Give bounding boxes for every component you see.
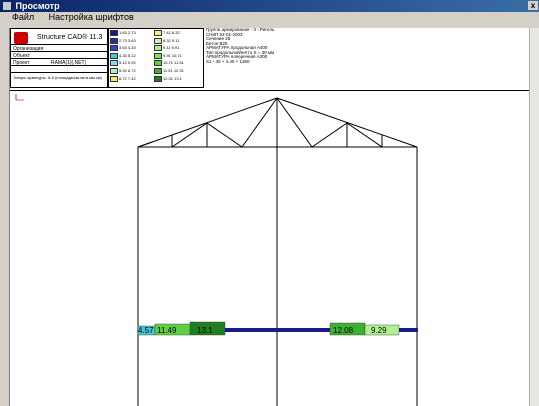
legend-swatch (154, 30, 162, 36)
rebar-value-label: 12.08 (333, 326, 354, 335)
legend-swatch (154, 68, 162, 74)
legend-swatch (154, 45, 162, 52)
legend-swatch (110, 60, 118, 67)
legend-range-label: 9.11 9.91 (163, 45, 180, 51)
legend-swatch (110, 75, 118, 82)
legend-swatch (154, 60, 162, 67)
legend-range-label: 6.72 7.42 (119, 75, 136, 81)
legend-range-label: 3.63 4.33 (119, 45, 136, 51)
close-button[interactable]: x (528, 1, 538, 10)
legend-range-label: 12.31 13.1 (163, 75, 182, 81)
calc-info: Группа армирования - 3 - Ригель СНиП 52-0… (206, 27, 530, 68)
legend-range-label: 5.12 5.92 (119, 60, 136, 66)
brand-label: Structure CAD® 11.3 (37, 34, 103, 41)
info-line: S1 - 40 + 4.40 + 1350 (206, 58, 250, 64)
legend-swatch (110, 37, 118, 44)
legend-swatch (110, 30, 118, 36)
legend-swatch (154, 52, 162, 59)
legend-swatch (154, 37, 162, 44)
window-titlebar: Просмотр x (0, 0, 539, 12)
print-preview-page: Structure CAD® 11.3 Организация Объект П… (9, 27, 530, 406)
menu-file[interactable]: Файл (12, 12, 34, 22)
stamp-note-cell: Эпюры арматуры. А-II (площадь/нм.кв.м.мм… (10, 72, 108, 88)
stamp-note: Эпюры арматуры. А-II (площадь/нм.кв.м.мм… (13, 75, 102, 80)
axis-marker-icon (15, 94, 24, 101)
color-legend: 1.83 2.73 2.73 3.63 3.63 4.33 4.33 5.12 5.12… (110, 30, 200, 84)
legend-range-label: 2.73 3.63 (119, 37, 136, 43)
legend-swatch (110, 52, 118, 59)
legend-range-label: 4.33 5.12 (119, 52, 136, 58)
app-icon (3, 2, 11, 10)
legend-swatch (154, 75, 162, 82)
legend-range-label: 10.71 11.51 (163, 60, 184, 66)
frame-drawing: 4.57 11.49 13.1 12.08 9.29 (15, 94, 418, 406)
legend-range-label: 11.51 12.31 (163, 68, 184, 73)
legend-range-label: 1.83 2.73 (119, 30, 136, 35)
legend-swatch (110, 68, 118, 74)
legend-range-label: 8.32 9.11 (163, 37, 180, 43)
scad-logo-icon (14, 32, 28, 44)
rebar-value-label: 9.29 (371, 326, 387, 335)
menu-bar: Файл Настройка шрифтов (0, 12, 539, 22)
rebar-value-label: 11.49 (157, 326, 177, 335)
roof-truss (137, 97, 418, 148)
rebar-value-label: 13.1 (197, 326, 213, 335)
window-title: Просмотр (15, 1, 60, 11)
legend-range-label: 5.92 6.72 (119, 68, 136, 73)
legend-range-label: 7.42 8.32 (163, 30, 180, 35)
menu-font-settings[interactable]: Настройка шрифтов (49, 12, 134, 22)
frame-columns (137, 147, 418, 406)
drawing-header: Structure CAD® 11.3 Организация Объект П… (10, 27, 530, 91)
logo-cell: Structure CAD® 11.3 (10, 28, 108, 45)
legend-swatch (110, 45, 118, 52)
vertical-scrollbar[interactable] (529, 28, 539, 406)
legend-range-label: 9.91 10.71 (163, 52, 182, 58)
rebar-value-label: 4.57 (138, 326, 154, 335)
